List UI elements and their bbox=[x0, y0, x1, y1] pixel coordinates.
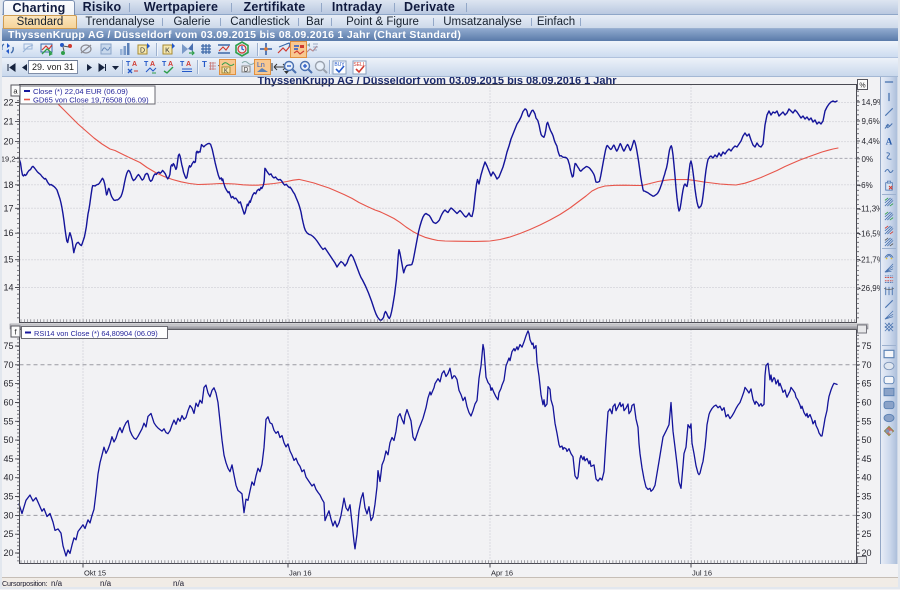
svg-text:17: 17 bbox=[3, 203, 13, 213]
svg-text:ThyssenKrupp AG / Düsseldorf v: ThyssenKrupp AG / Düsseldorf vom 03.09.2… bbox=[257, 77, 617, 87]
svg-text:Apr 16: Apr 16 bbox=[491, 569, 513, 578]
svg-text:-6%: -6% bbox=[859, 181, 873, 190]
svg-text:40: 40 bbox=[3, 473, 13, 483]
svg-text:40: 40 bbox=[862, 473, 872, 483]
svg-text:22: 22 bbox=[3, 98, 13, 108]
svg-text:T: T bbox=[162, 61, 167, 68]
svg-text:20: 20 bbox=[3, 137, 13, 147]
svg-text:A: A bbox=[186, 61, 191, 68]
svg-text:14: 14 bbox=[3, 283, 13, 293]
svg-text:25: 25 bbox=[3, 529, 13, 539]
svg-text:45: 45 bbox=[3, 454, 13, 464]
svg-text:20: 20 bbox=[3, 548, 13, 558]
svg-text:Jul 16: Jul 16 bbox=[692, 569, 712, 578]
svg-text:50: 50 bbox=[3, 435, 13, 445]
svg-text:55: 55 bbox=[3, 416, 13, 426]
svg-text:T: T bbox=[144, 61, 149, 68]
svg-text:30: 30 bbox=[862, 510, 872, 520]
svg-text:21: 21 bbox=[3, 117, 13, 127]
svg-text:19,2: 19,2 bbox=[1, 154, 16, 163]
svg-text:75: 75 bbox=[3, 341, 13, 351]
svg-text:18: 18 bbox=[3, 180, 13, 190]
svg-text:35: 35 bbox=[3, 492, 13, 502]
svg-text:4,4%: 4,4% bbox=[862, 137, 880, 146]
svg-text:A: A bbox=[132, 61, 137, 68]
svg-text:35: 35 bbox=[862, 492, 872, 502]
svg-text:Okt 15: Okt 15 bbox=[84, 569, 106, 578]
svg-text:0%: 0% bbox=[862, 155, 874, 164]
svg-text:25: 25 bbox=[862, 529, 872, 539]
svg-text:70: 70 bbox=[3, 360, 13, 370]
svg-text:65: 65 bbox=[3, 379, 13, 389]
svg-text:Ln: Ln bbox=[257, 62, 265, 69]
svg-text:Jan 16: Jan 16 bbox=[289, 569, 312, 578]
svg-text:T: T bbox=[202, 60, 207, 69]
svg-text:RSI14 von Close (*) 64,80904 (: RSI14 von Close (*) 64,80904 (06.09) bbox=[34, 329, 158, 338]
svg-text:15: 15 bbox=[3, 255, 13, 265]
svg-text:A: A bbox=[150, 61, 155, 68]
svg-text:30: 30 bbox=[3, 510, 13, 520]
svg-text:D: D bbox=[140, 48, 145, 55]
svg-text:T: T bbox=[180, 61, 185, 68]
svg-text:55: 55 bbox=[862, 416, 872, 426]
svg-text:D: D bbox=[244, 68, 249, 74]
svg-text:A: A bbox=[886, 136, 893, 146]
svg-text:50: 50 bbox=[862, 435, 872, 445]
svg-text:K: K bbox=[224, 69, 228, 75]
svg-text:%: % bbox=[859, 83, 865, 90]
svg-text:70: 70 bbox=[862, 360, 872, 370]
svg-text:T: T bbox=[126, 61, 131, 68]
svg-text:16: 16 bbox=[3, 228, 13, 238]
svg-text:GD65 von Close 19,76508 (06.09: GD65 von Close 19,76508 (06.09) bbox=[33, 95, 149, 104]
svg-text:60: 60 bbox=[3, 398, 13, 408]
svg-text:65: 65 bbox=[862, 379, 872, 389]
svg-text:-11,3%: -11,3% bbox=[859, 205, 884, 214]
svg-text:75: 75 bbox=[862, 341, 872, 351]
svg-text:9,6%: 9,6% bbox=[862, 117, 880, 126]
svg-text:45: 45 bbox=[862, 454, 872, 464]
svg-text:K: K bbox=[165, 48, 170, 55]
svg-text:60: 60 bbox=[862, 398, 872, 408]
